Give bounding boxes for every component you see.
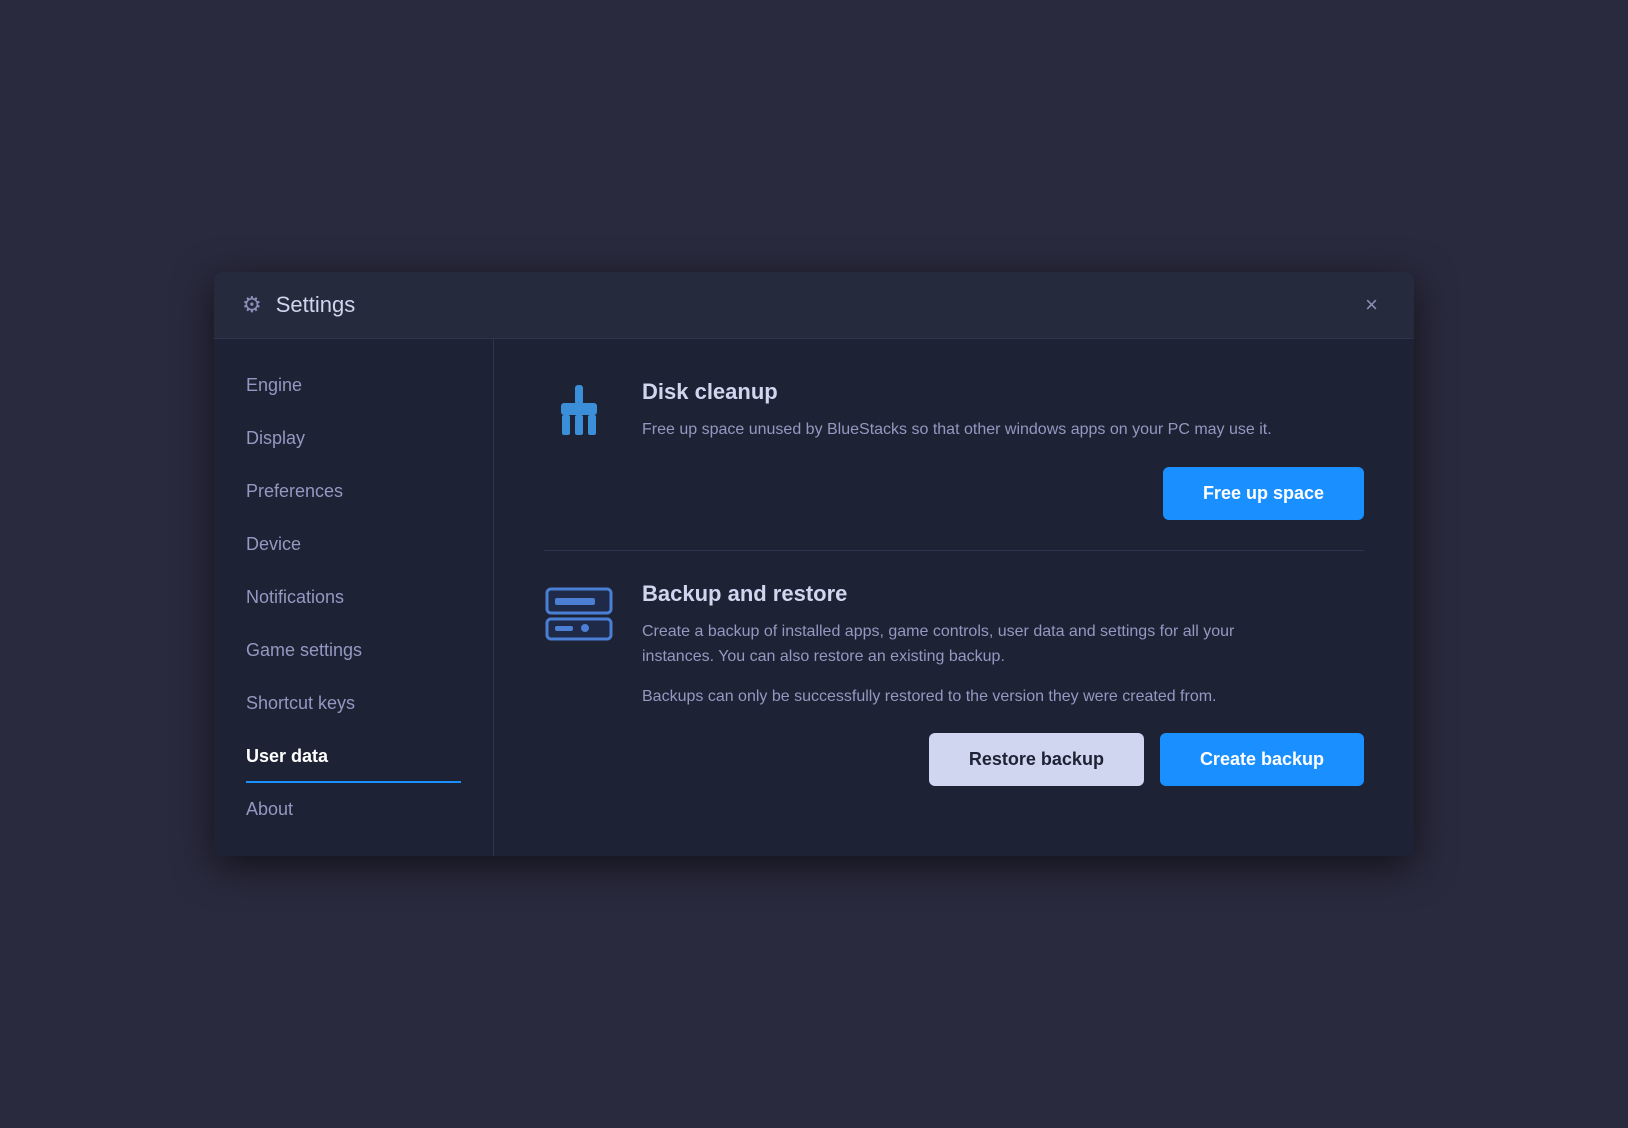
disk-cleanup-description: Free up space unused by BlueStacks so th…: [642, 417, 1272, 443]
dialog-header: ⚙ Settings ×: [214, 272, 1414, 339]
sidebar-item-display[interactable]: Display: [214, 412, 493, 465]
sidebar-item-shortcut-keys[interactable]: Shortcut keys: [214, 677, 493, 730]
backup-restore-header: Backup and restore Create a backup of in…: [544, 581, 1364, 710]
sidebar-item-device[interactable]: Device: [214, 518, 493, 571]
close-button[interactable]: ×: [1357, 290, 1386, 320]
gear-icon: ⚙: [242, 292, 262, 318]
sidebar-item-engine[interactable]: Engine: [214, 359, 493, 412]
broom-icon: [549, 383, 609, 443]
disk-cleanup-header: Disk cleanup Free up space unused by Blu…: [544, 379, 1364, 443]
dialog-body: Engine Display Preferences Device Notifi…: [214, 339, 1414, 857]
header-left: ⚙ Settings: [242, 292, 355, 318]
backup-restore-section: Backup and restore Create a backup of in…: [544, 581, 1364, 787]
disk-cleanup-icon: [544, 383, 614, 443]
settings-dialog: ⚙ Settings × Engine Display Preferences …: [214, 272, 1414, 857]
sidebar-item-preferences[interactable]: Preferences: [214, 465, 493, 518]
disk-cleanup-actions: Free up space: [544, 467, 1364, 520]
sidebar-item-notifications[interactable]: Notifications: [214, 571, 493, 624]
sidebar-item-about[interactable]: About: [214, 783, 493, 836]
restore-backup-button[interactable]: Restore backup: [929, 733, 1144, 786]
disk-cleanup-text: Disk cleanup Free up space unused by Blu…: [642, 379, 1272, 443]
backup-restore-title: Backup and restore: [642, 581, 1282, 607]
dialog-title: Settings: [276, 292, 356, 318]
disk-cleanup-section: Disk cleanup Free up space unused by Blu…: [544, 379, 1364, 520]
sidebar-item-user-data[interactable]: User data: [214, 730, 493, 783]
main-content: Disk cleanup Free up space unused by Blu…: [494, 339, 1414, 857]
drive-icon: [545, 585, 613, 645]
backup-restore-text: Backup and restore Create a backup of in…: [642, 581, 1282, 710]
backup-icon: [544, 585, 614, 645]
sidebar-item-game-settings[interactable]: Game settings: [214, 624, 493, 677]
disk-cleanup-title: Disk cleanup: [642, 379, 1272, 405]
free-up-space-button[interactable]: Free up space: [1163, 467, 1364, 520]
create-backup-button[interactable]: Create backup: [1160, 733, 1364, 786]
backup-warning: Backups can only be successfully restore…: [642, 684, 1282, 710]
backup-actions: Restore backup Create backup: [544, 733, 1364, 786]
sidebar: Engine Display Preferences Device Notifi…: [214, 339, 494, 857]
backup-restore-description: Create a backup of installed apps, game …: [642, 619, 1282, 670]
section-divider: [544, 550, 1364, 551]
